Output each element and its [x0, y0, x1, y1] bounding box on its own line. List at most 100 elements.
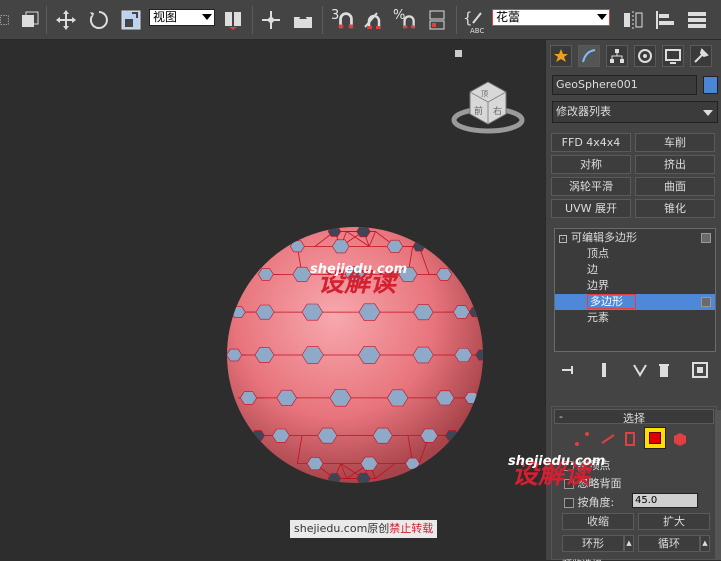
modifier-uvw-button[interactable]: UVW 展开	[551, 199, 631, 218]
element-mode-icon[interactable]	[672, 431, 688, 447]
create-tab-icon[interactable]	[550, 45, 572, 67]
grow-button[interactable]: 扩大	[638, 513, 710, 530]
reference-coord-select[interactable]: 视图	[149, 9, 215, 26]
watermark-url: shejiedu.com	[508, 454, 606, 469]
stack-item-border[interactable]: 边界	[555, 278, 715, 294]
scale-icon[interactable]	[118, 6, 144, 34]
modifier-extrude-button[interactable]: 挤出	[635, 155, 715, 174]
align-icon[interactable]	[652, 6, 678, 34]
snap-toggle-icon[interactable]	[336, 6, 356, 34]
ring-spinner[interactable]: ▲	[624, 535, 634, 552]
stack-item-label: 边	[587, 263, 598, 276]
panel-scrollbar[interactable]	[715, 410, 721, 560]
collapse-icon[interactable]: -	[559, 235, 567, 243]
stack-item-element[interactable]: 元素	[555, 310, 715, 326]
ring-button[interactable]: 环形	[562, 535, 624, 552]
object-color-swatch[interactable]	[703, 76, 718, 94]
polygon-mode-button[interactable]	[644, 427, 666, 449]
motion-tab-icon[interactable]	[634, 45, 656, 67]
stack-item-label: 可编辑多边形	[571, 231, 637, 244]
modifier-taper-button[interactable]: 锥化	[635, 199, 715, 218]
percent-snap-icon[interactable]	[400, 6, 420, 34]
stack-item-editable-poly[interactable]: - 可编辑多边形	[555, 230, 715, 246]
pivot-icon[interactable]	[220, 6, 246, 34]
hierarchy-tab-icon[interactable]	[606, 45, 628, 67]
mesh-face	[412, 241, 426, 252]
cube-top-label: 顶	[481, 90, 488, 98]
pin-stack-icon[interactable]	[560, 362, 576, 378]
rollout-collapse-label: -	[559, 410, 563, 423]
stack-item-polygon[interactable]: 多边形	[555, 294, 715, 310]
make-unique-icon[interactable]	[632, 362, 648, 378]
watermark-url: shejiedu.com	[310, 262, 408, 277]
layer-manager-icon[interactable]	[684, 6, 710, 34]
loop-spinner[interactable]: ▲	[700, 535, 710, 552]
vertex-mode-icon[interactable]	[574, 431, 590, 447]
modifier-stack: - 可编辑多边形 顶点 边 边界 多边形 元素	[554, 228, 716, 352]
utilities-tab-icon[interactable]	[690, 45, 712, 67]
modifier-turbosmooth-button[interactable]: 涡轮平滑	[551, 177, 631, 196]
modifier-lathe-button[interactable]: 车削	[635, 133, 715, 152]
mesh-face	[405, 457, 421, 470]
mesh-face	[327, 227, 342, 237]
command-panel: GeoSphere001 修改器列表 FFD 4x4x4 车削 对称 挤出 涡轮…	[508, 40, 721, 561]
viewcube[interactable]: 顶 前 右	[448, 72, 530, 136]
modify-tab-icon[interactable]	[578, 45, 600, 67]
by-angle-checkbox[interactable]	[564, 498, 574, 508]
preview-selection-label: 预览选择	[562, 556, 602, 561]
modifier-symmetry-button[interactable]: 对称	[551, 155, 631, 174]
modifier-toggle-icon[interactable]	[701, 297, 711, 307]
home-icon[interactable]	[455, 50, 462, 57]
stack-item-vertex[interactable]: 顶点	[555, 246, 715, 262]
configure-modifier-sets-icon[interactable]	[692, 362, 708, 378]
footer-site: shejiedu.com原创	[294, 522, 390, 535]
rollout-header[interactable]: - 选择	[554, 409, 714, 425]
move-icon[interactable]	[53, 6, 79, 34]
show-end-result-icon[interactable]	[596, 362, 612, 378]
border-mode-icon[interactable]	[622, 431, 638, 447]
mesh-face	[464, 392, 480, 404]
mirror-icon[interactable]	[620, 6, 646, 34]
window-crossing-icon[interactable]	[16, 6, 42, 34]
remove-modifier-icon[interactable]	[656, 362, 672, 378]
stack-item-label: 边界	[587, 279, 609, 292]
geosphere-mesh[interactable]	[220, 220, 490, 490]
cube-right-label: 右	[493, 105, 502, 117]
shrink-button[interactable]: 收缩	[562, 513, 634, 530]
modifier-surface-button[interactable]: 曲面	[635, 177, 715, 196]
modifier-list-select[interactable]: 修改器列表	[552, 101, 718, 123]
mesh-face	[468, 307, 482, 318]
by-angle-label: 按角度:	[577, 496, 615, 509]
named-selection-value: 花蕾	[496, 10, 521, 24]
spinner-snap-icon[interactable]	[424, 6, 450, 34]
cube-front-label: 前	[474, 105, 483, 117]
by-angle-row[interactable]: 按角度:	[564, 494, 614, 510]
display-tab-icon[interactable]	[662, 45, 684, 67]
edge-mode-icon[interactable]	[600, 431, 616, 447]
mesh-face	[356, 227, 371, 238]
mesh-face	[475, 349, 483, 361]
rotate-icon[interactable]	[86, 6, 112, 34]
select-manipulate-icon[interactable]	[258, 6, 284, 34]
mesh-face	[251, 430, 265, 442]
named-selection-select[interactable]: 花蕾	[492, 9, 610, 26]
svg-text:{: {	[463, 9, 473, 27]
loop-button[interactable]: 循环	[638, 535, 700, 552]
object-name-field[interactable]: GeoSphere001	[552, 75, 697, 95]
perspective-viewport[interactable]: 顶 前 右 设解读 shejiedu.com shejiedu.com原创禁止转…	[0, 40, 545, 560]
mesh-face	[445, 430, 459, 442]
modifier-toggle-icon[interactable]	[701, 233, 711, 243]
angle-spinner[interactable]: 45.0	[632, 493, 698, 508]
select-region-icon[interactable]	[0, 6, 14, 34]
stack-item-label: 顶点	[587, 247, 609, 260]
stack-item-edge[interactable]: 边	[555, 262, 715, 278]
keyboard-shortcut-icon[interactable]	[290, 6, 316, 34]
chevron-down-icon	[202, 14, 212, 20]
angle-value: 45.0	[635, 495, 658, 506]
modifier-list-label: 修改器列表	[556, 105, 611, 118]
polygon-mode-icon	[649, 432, 661, 444]
mesh-face	[289, 240, 305, 253]
angle-snap-icon[interactable]	[361, 6, 387, 34]
main-toolbar: 视图 3 % { ABC 花蕾	[0, 0, 721, 40]
modifier-ffd-button[interactable]: FFD 4x4x4	[551, 133, 631, 152]
